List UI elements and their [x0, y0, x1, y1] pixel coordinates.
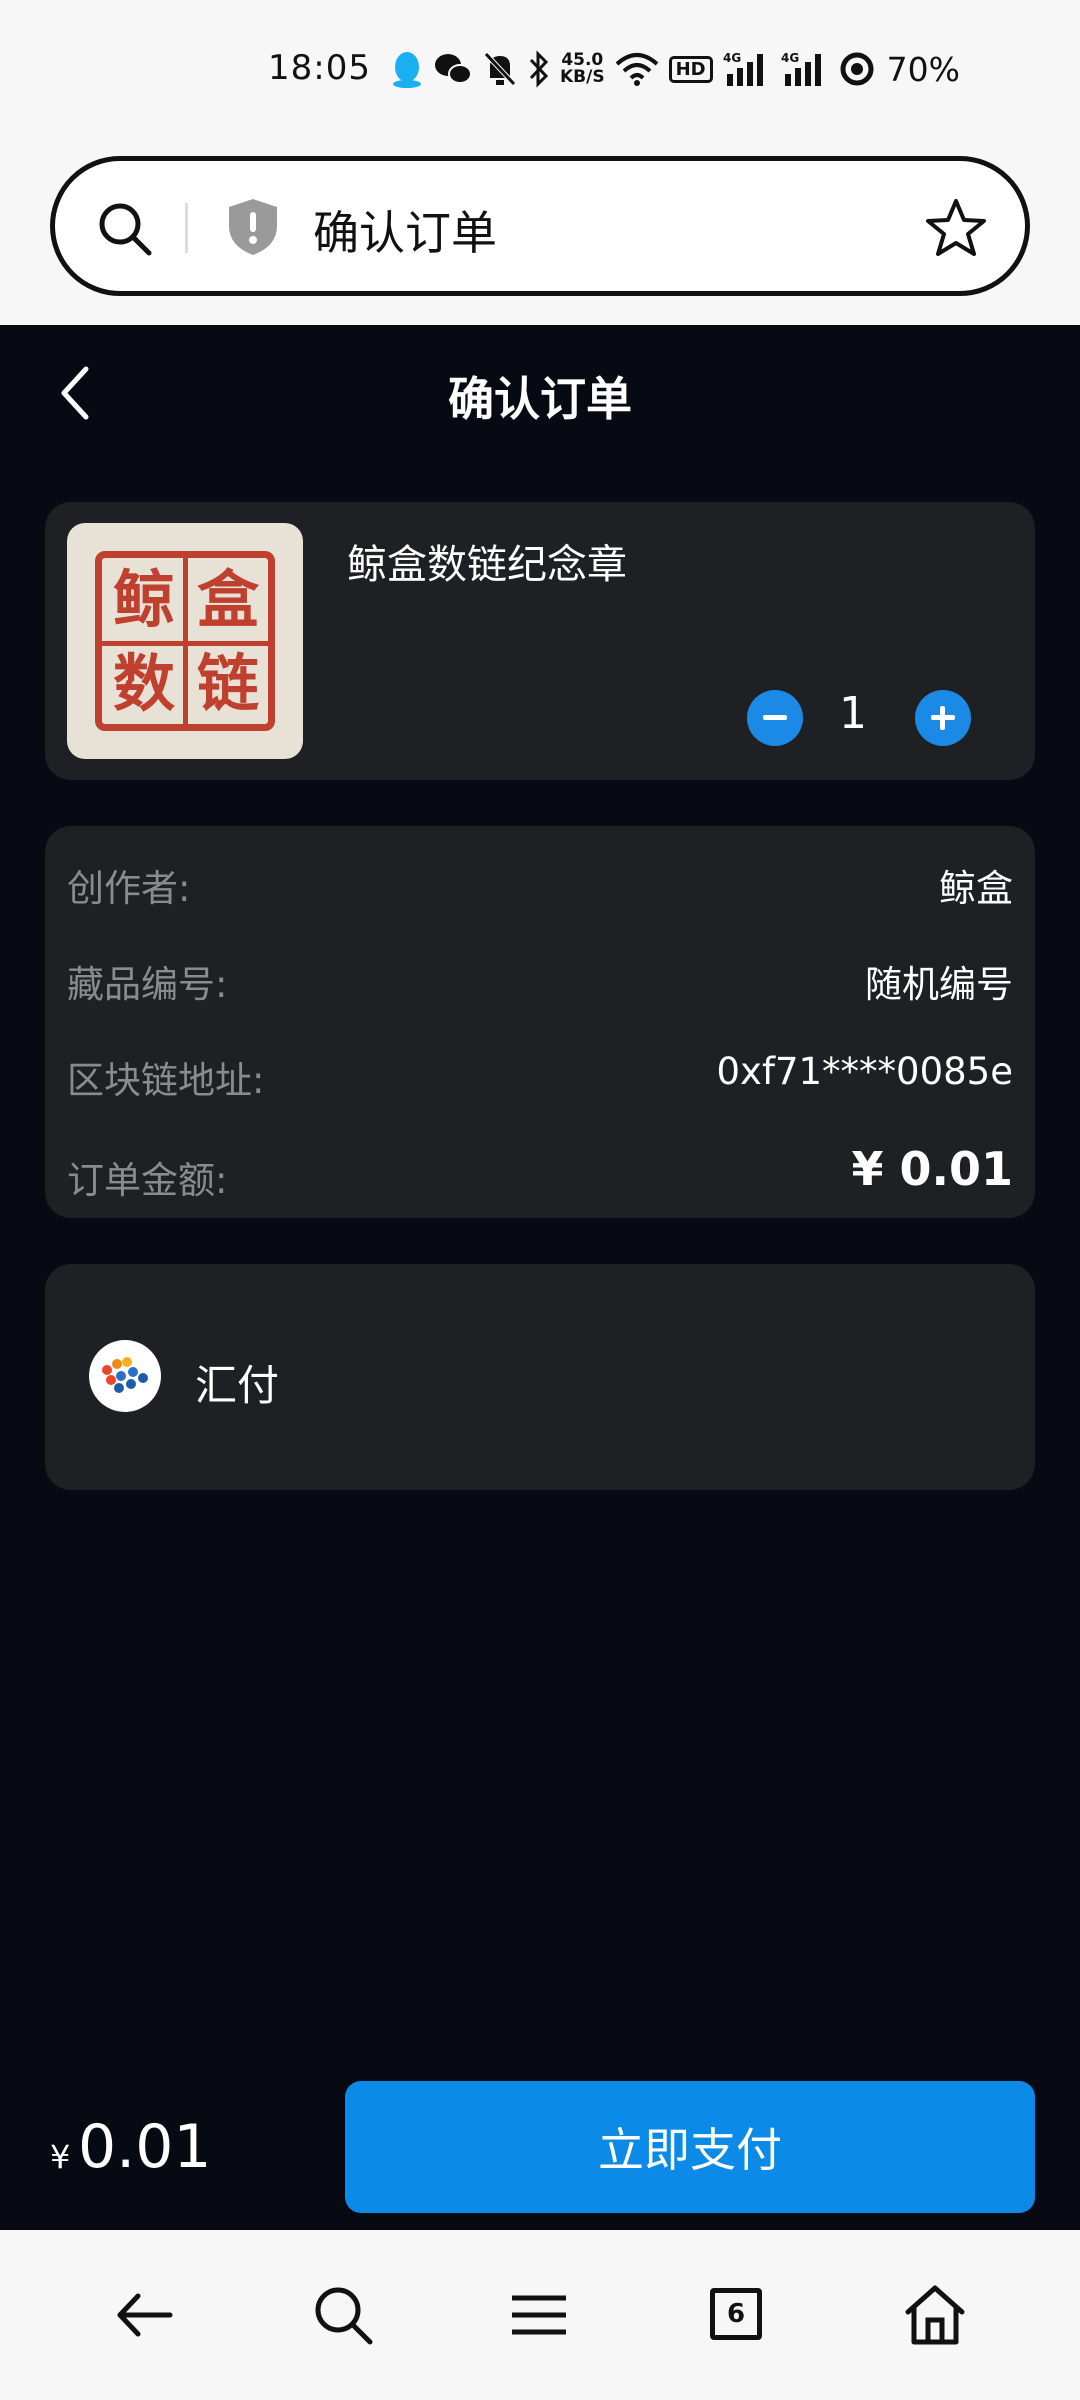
info-label: 藏品编号: — [67, 963, 228, 1006]
status-icons: 45.0 KB/S HD 4G 4G 70% — [390, 44, 960, 94]
info-value: 随机编号 — [865, 963, 1013, 1006]
seal-char: 鲸 — [112, 563, 175, 636]
seal-char: 链 — [196, 647, 259, 720]
seal-char: 盒 — [196, 563, 259, 636]
battery-level: 70% — [886, 49, 960, 89]
battery-icon — [840, 52, 874, 86]
browser-bottom-nav: 6 — [0, 2230, 1080, 2400]
page-title: 确认订单 — [448, 372, 632, 426]
pay-now-button[interactable]: 立即支付 — [345, 2081, 1035, 2213]
info-value: 0xf71****0085e — [716, 1050, 1013, 1093]
home-icon[interactable] — [900, 2280, 970, 2350]
info-row-blockchain-address: 区块链地址: 0xf71****0085e — [67, 1040, 1013, 1102]
info-label: 订单金额: — [67, 1159, 228, 1202]
status-time: 18:05 — [268, 48, 371, 88]
search-icon[interactable] — [308, 2280, 378, 2350]
order-amount-value: ¥ 0.01 — [851, 1142, 1013, 1196]
seal-border: 鲸 盒 数 链 — [95, 551, 275, 731]
info-label: 创作者: — [67, 867, 191, 910]
quantity-increase-button[interactable] — [915, 690, 971, 746]
address-title[interactable]: 确认订单 — [313, 197, 497, 263]
total-currency: ¥ — [50, 2138, 71, 2176]
signal-icon-2: 4G — [781, 51, 821, 86]
product-card: 鲸 盒 数 链 鲸盒数链纪念章 1 — [45, 502, 1035, 780]
product-image: 鲸 盒 数 链 — [67, 523, 303, 759]
quantity-value: 1 — [839, 688, 867, 739]
net-speed: 45.0 KB/S — [560, 50, 605, 87]
address-divider — [185, 203, 188, 253]
browser-toolbar: 确认订单 — [0, 140, 1080, 325]
svg-text:4G: 4G — [723, 51, 741, 65]
mute-icon — [484, 52, 516, 86]
status-bar: 18:05 45.0 KB/S HD 4G 4G 70% — [0, 0, 1080, 140]
bluetooth-icon — [529, 50, 549, 88]
quantity-decrease-button[interactable] — [747, 690, 803, 746]
address-bar[interactable]: 确认订单 — [50, 156, 1030, 296]
seal-char: 数 — [112, 647, 175, 720]
info-value: 鲸盒 — [939, 867, 1013, 910]
qq-icon — [393, 52, 421, 88]
tabs-button[interactable]: 6 — [710, 2288, 780, 2358]
huifu-logo-icon — [89, 1340, 161, 1412]
menu-icon[interactable] — [504, 2280, 574, 2350]
order-info-card: 创作者: 鲸盒 藏品编号: 随机编号 区块链地址: 0xf71****0085e… — [45, 826, 1035, 1218]
info-row-collection-number: 藏品编号: 随机编号 — [67, 944, 1013, 1006]
hd-icon: HD — [668, 55, 713, 83]
page-header: 确认订单 — [0, 325, 1080, 455]
total-amount: 0.01 — [78, 2112, 212, 2182]
back-icon[interactable] — [110, 2280, 180, 2350]
product-name: 鲸盒数链纪念章 — [347, 542, 627, 588]
wechat-icon — [435, 54, 472, 84]
tab-count: 6 — [710, 2288, 762, 2340]
search-icon[interactable] — [95, 199, 155, 259]
wifi-icon — [615, 53, 658, 86]
star-icon[interactable] — [925, 197, 987, 259]
payment-method-card[interactable]: 汇付 — [45, 1264, 1035, 1490]
svg-text:4G: 4G — [781, 51, 799, 65]
info-row-creator: 创作者: 鲸盒 — [67, 848, 1013, 910]
info-row-order-amount: 订单金额: ¥ 0.01 — [67, 1140, 1013, 1202]
signal-icon: 4G — [723, 51, 763, 86]
payment-method-name: 汇付 — [195, 1361, 280, 1410]
shield-icon[interactable] — [225, 196, 281, 258]
info-label: 区块链地址: — [67, 1059, 265, 1102]
